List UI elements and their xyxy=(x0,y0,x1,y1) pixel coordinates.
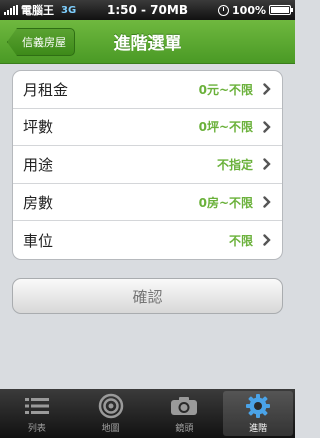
option-row-area[interactable]: 坪數 0坪~不限 xyxy=(13,109,282,147)
option-label: 月租金 xyxy=(23,80,69,99)
confirm-button[interactable]: 確認 xyxy=(12,278,283,314)
network-type: 3G xyxy=(61,4,77,16)
signal-strength-icon xyxy=(4,5,18,15)
tab-list[interactable]: 列表 xyxy=(2,391,72,436)
option-value: 0房~不限 xyxy=(198,195,253,210)
back-button[interactable]: 信義房屋 xyxy=(7,28,75,56)
tab-advanced[interactable]: 進階 xyxy=(223,391,293,436)
battery-icon xyxy=(269,5,293,15)
chevron-right-icon xyxy=(261,121,273,133)
option-label: 房數 xyxy=(23,193,54,212)
option-value: 0元~不限 xyxy=(198,82,253,97)
status-left: 電腦王 3G xyxy=(4,2,99,18)
tab-label: 鏡頭 xyxy=(175,424,194,434)
tab-label: 地圖 xyxy=(101,424,120,434)
camera-icon xyxy=(169,393,199,419)
status-time: 1:50 - 70MB xyxy=(107,3,188,17)
status-bar: 電腦王 3G 1:50 - 70MB 100% xyxy=(0,0,295,20)
filter-options-group: 月租金 0元~不限 坪數 0坪~不限 用途 不指定 房數 0房~不限 車位 不限 xyxy=(12,70,283,260)
list-icon xyxy=(22,393,52,419)
option-value: 不限 xyxy=(228,233,253,248)
option-row-parking[interactable]: 車位 不限 xyxy=(13,221,282,259)
option-row-rooms[interactable]: 房數 0房~不限 xyxy=(13,184,282,222)
chevron-right-icon xyxy=(261,158,273,171)
page-title: 進階選單 xyxy=(113,34,182,54)
tab-label: 列表 xyxy=(27,424,46,434)
tab-map[interactable]: 地圖 xyxy=(76,391,146,436)
option-row-rent[interactable]: 月租金 0元~不限 xyxy=(13,71,282,109)
tab-bar: 列表 地圖 鏡頭 進階 xyxy=(0,389,295,438)
alarm-clock-icon xyxy=(218,4,230,16)
carrier-name: 電腦王 xyxy=(21,4,54,17)
option-label: 車位 xyxy=(23,231,54,250)
chevron-right-icon xyxy=(261,83,273,95)
option-row-usage[interactable]: 用途 不指定 xyxy=(13,146,282,184)
chevron-right-icon xyxy=(261,196,273,208)
chevron-right-icon xyxy=(261,234,273,246)
tab-label: 進階 xyxy=(249,424,268,434)
option-label: 坪數 xyxy=(23,118,54,137)
navigation-bar: 信義房屋 進階選單 xyxy=(0,20,295,64)
option-value: 不指定 xyxy=(216,157,253,172)
gear-icon xyxy=(243,393,273,419)
battery-percent: 100% xyxy=(232,3,266,17)
option-value: 0坪~不限 xyxy=(198,120,253,135)
map-target-icon xyxy=(96,393,126,419)
tab-camera[interactable]: 鏡頭 xyxy=(150,391,220,436)
status-right: 100% xyxy=(196,3,293,17)
option-label: 用途 xyxy=(23,155,54,174)
